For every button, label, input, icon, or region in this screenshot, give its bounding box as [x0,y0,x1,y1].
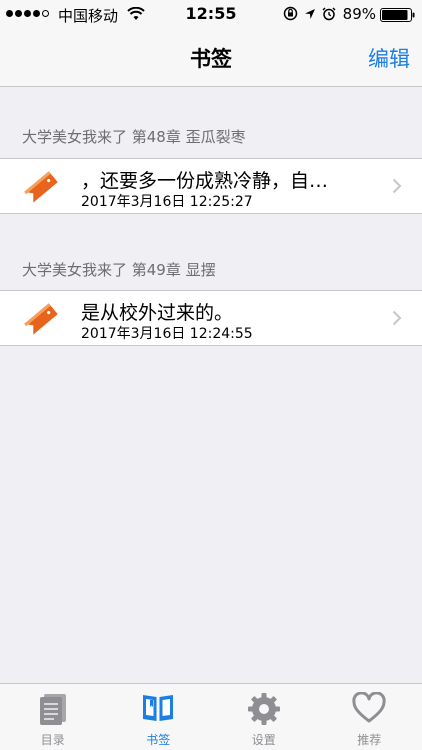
battery-icon [380,8,415,22]
chevron-right-icon [392,310,402,326]
bookmark-row[interactable]: 是从校外过来的。 2017年3月16日 12:24:55 [0,290,422,346]
chevron-right-icon [392,178,402,194]
bookmark-date: 2017年3月16日 12:25:27 [81,194,253,210]
section-header: 大学美女我来了 第48章 歪瓜裂枣 [22,128,246,146]
location-arrow-icon [305,8,315,19]
tab-label: 书签 [146,733,171,747]
tab-settings[interactable]: 设置 [211,684,317,750]
tab-bookmarks[interactable]: 书签 [106,684,212,750]
heart-icon [352,692,386,723]
status-bar: 中国移动 12:55 89% [0,0,422,30]
section-header: 大学美女我来了 第49章 显摆 [22,261,216,279]
book-list-icon [39,694,66,725]
tab-catalog[interactable]: 目录 [0,684,106,750]
bookmark-date: 2017年3月16日 12:24:55 [81,326,253,342]
status-icons [283,6,336,21]
page-title: 书签 [190,47,232,71]
bookmark-row[interactable]: ，还要多一份成熟冷静，自… 2017年3月16日 12:25:27 [0,158,422,214]
tab-label: 推荐 [357,733,382,747]
bookmark-title: 是从校外过来的。 [81,302,234,324]
gear-icon [247,693,280,725]
alarm-icon [322,6,336,20]
edit-button[interactable]: 编辑 [368,43,410,73]
bookmark-title: ，还要多一份成熟冷静，自… [81,170,329,192]
bookmark-ribbon-icon [24,303,58,335]
tab-bar: 目录 书签 设置 推荐 [0,683,422,750]
bookmarks-screen: 中国移动 12:55 89% 书签 编辑 大学美女我来了 第48章 歪瓜裂枣 ，… [0,0,422,750]
open-book-icon [143,695,174,721]
orientation-lock-icon [283,6,298,21]
bookmark-ribbon-icon [24,171,58,203]
navigation-bar: 书签 编辑 [0,30,422,87]
tab-recommend[interactable]: 推荐 [317,684,422,750]
tab-label: 目录 [40,733,65,747]
tab-label: 设置 [251,733,276,747]
battery-percent: 89% [342,5,376,23]
